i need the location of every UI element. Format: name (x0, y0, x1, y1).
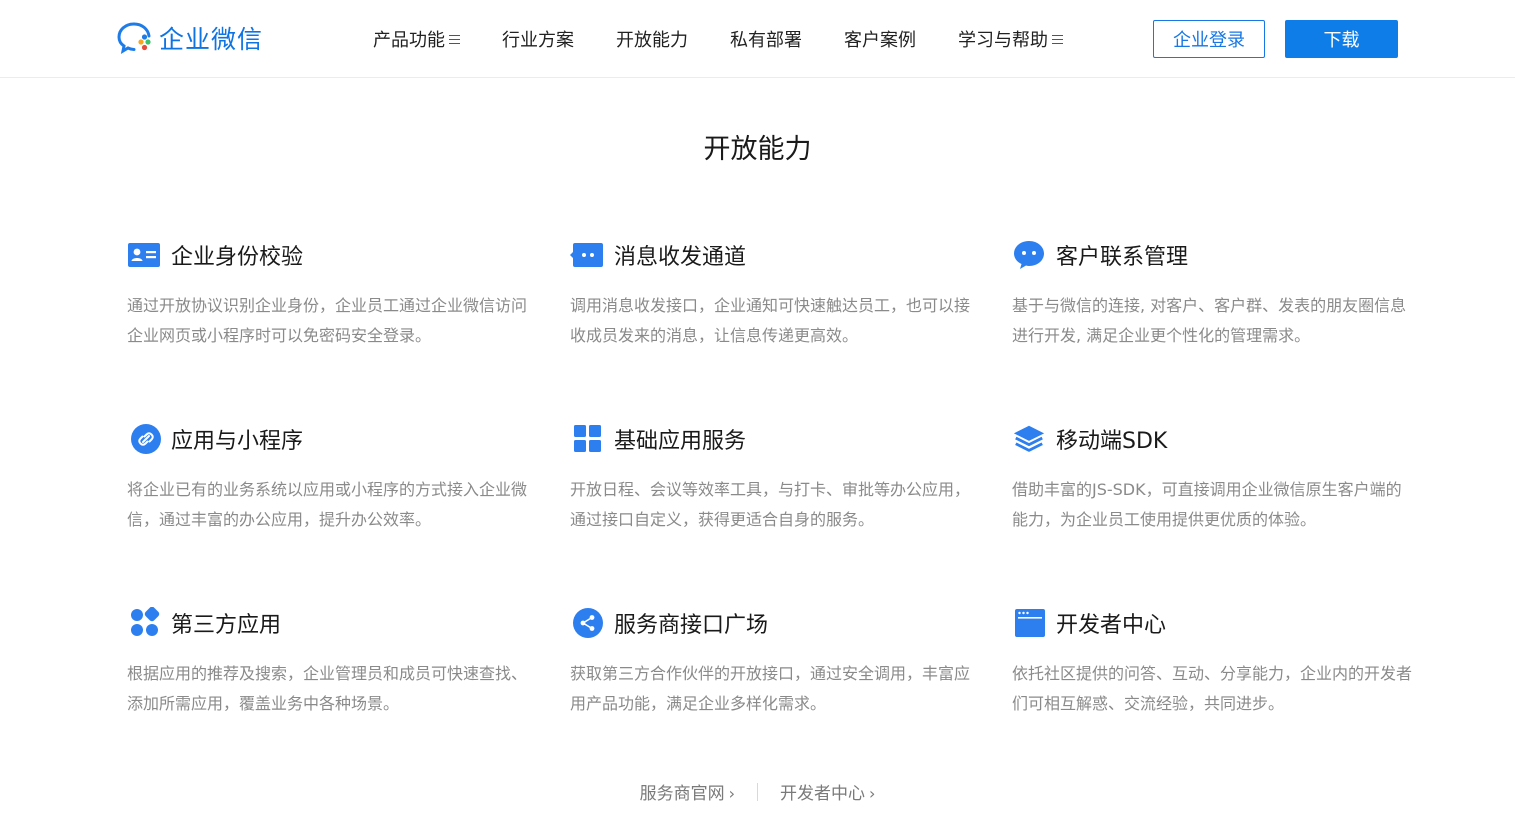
nav-item-private-deployment[interactable]: 私有部署 (730, 26, 802, 52)
developer-center-link[interactable]: 开发者中心 › (780, 779, 875, 804)
card-description: 借助丰富的JS-SDK，可直接调用企业微信原生客户端的能力，为企业员工使用提供更… (1012, 480, 1402, 529)
card-title: 移动端SDK (1056, 429, 1168, 454)
chevron-right-icon: › (869, 784, 876, 803)
download-button[interactable]: 下载 (1285, 20, 1398, 58)
nav-label: 学习与帮助 (958, 30, 1048, 51)
link-icon (127, 423, 161, 455)
card-customer-contact[interactable]: 客户联系管理 基于与微信的连接, 对客户、客户群、发表的朋友圈信息进行开发, 满… (1012, 239, 1412, 351)
nav-label: 行业方案 (502, 30, 574, 51)
card-message-channel[interactable]: 消息收发通道 调用消息收发接口，企业通知可快速触达员工，也可以接收成员发来的消息… (570, 239, 970, 351)
wecom-logo[interactable]: 企业微信 (117, 20, 263, 56)
card-title: 消息收发通道 (614, 245, 747, 270)
card-apps-miniprograms[interactable]: 应用与小程序 将企业已有的业务系统以应用或小程序的方式接入企业微信，通过丰富的办… (127, 423, 527, 535)
nav-item-industry-solutions[interactable]: 行业方案 (502, 26, 574, 52)
card-identity-verification[interactable]: 企业身份校验 通过开放协议识别企业身份，企业员工通过企业微信访问企业网页或小程序… (127, 239, 527, 351)
card-title: 企业身份校验 (171, 245, 304, 270)
nav-label: 客户案例 (844, 30, 916, 51)
chevron-right-icon: › (728, 784, 735, 803)
menu-icon (1052, 34, 1063, 44)
card-title: 客户联系管理 (1056, 245, 1189, 270)
browser-window-icon (1012, 607, 1046, 639)
card-title: 基础应用服务 (614, 429, 747, 454)
top-header: 企业微信 产品功能 行业方案 开放能力 私有部署 客户案例 学习与帮助 企业登录… (0, 0, 1515, 78)
share-icon (570, 607, 604, 639)
nav-item-learning-help[interactable]: 学习与帮助 (958, 26, 1063, 52)
nav-label: 开放能力 (616, 30, 688, 51)
footer-links: 服务商官网 › 开发者中心 › (0, 779, 1515, 804)
nav-label: 私有部署 (730, 30, 802, 51)
logo-icon (117, 20, 157, 56)
main-nav: 产品功能 行业方案 开放能力 私有部署 客户案例 学习与帮助 (373, 24, 1063, 54)
card-title: 应用与小程序 (171, 429, 304, 454)
card-developer-center[interactable]: 开发者中心 依托社区提供的问答、互动、分享能力，企业内的开发者们可相互解惑、交流… (1012, 607, 1412, 719)
card-description: 依托社区提供的问答、互动、分享能力，企业内的开发者们可相互解惑、交流经验，共同进… (1012, 664, 1413, 713)
card-description: 调用消息收发接口，企业通知可快速触达员工，也可以接收成员发来的消息，让信息传递更… (570, 296, 971, 345)
card-title: 第三方应用 (171, 613, 282, 638)
divider (757, 782, 758, 801)
grid-icon (570, 423, 604, 455)
card-description: 将企业已有的业务系统以应用或小程序的方式接入企业微信，通过丰富的办公应用，提升办… (127, 480, 528, 529)
link-label: 服务商官网 (639, 784, 725, 804)
chat-bubble-icon (1012, 239, 1046, 271)
menu-icon (449, 34, 460, 44)
card-description: 开放日程、会议等效率工具，与打卡、审批等办公应用，通过接口自定义，获得更适合自身… (570, 480, 971, 529)
nav-item-open-capabilities[interactable]: 开放能力 (616, 26, 688, 52)
nav-label: 产品功能 (373, 30, 445, 51)
apps-dots-icon (127, 607, 161, 639)
card-description: 基于与微信的连接, 对客户、客户群、发表的朋友圈信息进行开发, 满足企业更个性化… (1012, 296, 1407, 345)
card-third-party-apps[interactable]: 第三方应用 根据应用的推荐及搜索，企业管理员和成员可快速查找、添加所需应用，覆盖… (127, 607, 527, 719)
layers-icon (1012, 423, 1046, 455)
provider-site-link[interactable]: 服务商官网 › (640, 779, 735, 804)
nav-item-customer-cases[interactable]: 客户案例 (844, 26, 916, 52)
enterprise-login-button[interactable]: 企业登录 (1153, 20, 1265, 58)
card-description: 根据应用的推荐及搜索，企业管理员和成员可快速查找、添加所需应用，覆盖业务中各种场… (127, 664, 528, 713)
card-basic-services[interactable]: 基础应用服务 开放日程、会议等效率工具，与打卡、审批等办公应用，通过接口自定义，… (570, 423, 970, 535)
card-provider-api-plaza[interactable]: 服务商接口广场 获取第三方合作伙伴的开放接口，通过安全调用，丰富应用产品功能，满… (570, 607, 970, 719)
page-title: 开放能力 (703, 134, 812, 165)
card-title: 开发者中心 (1056, 613, 1167, 638)
nav-item-product-features[interactable]: 产品功能 (373, 26, 460, 52)
card-description: 获取第三方合作伙伴的开放接口，通过安全调用，丰富应用产品功能，满足企业多样化需求… (570, 664, 971, 713)
card-description: 通过开放协议识别企业身份，企业员工通过企业微信访问企业网页或小程序时可以免密码安… (127, 296, 528, 345)
logo-text: 企业微信 (159, 25, 264, 54)
card-mobile-sdk[interactable]: 移动端SDK 借助丰富的JS-SDK，可直接调用企业微信原生客户端的能力，为企业… (1012, 423, 1412, 535)
message-icon (570, 239, 604, 271)
card-title: 服务商接口广场 (614, 613, 769, 638)
link-label: 开发者中心 (780, 784, 865, 804)
id-card-icon (127, 239, 161, 271)
